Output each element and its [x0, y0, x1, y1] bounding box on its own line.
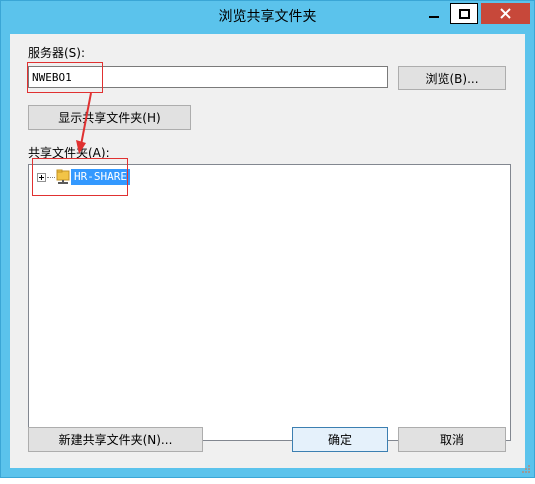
ok-button[interactable]: 确定: [292, 427, 388, 452]
resize-grip-icon[interactable]: [521, 464, 531, 474]
close-button[interactable]: [481, 3, 530, 24]
new-shared-folder-button[interactable]: 新建共享文件夹(N)...: [28, 427, 203, 452]
maximize-icon: [458, 8, 470, 19]
annotation-box-share: [32, 158, 128, 196]
close-icon: [500, 8, 511, 19]
minimize-icon: [429, 15, 439, 18]
annotation-arrow-icon: [76, 92, 92, 154]
shared-folders-tree[interactable]: HR-SHARE: [28, 164, 511, 441]
annotation-box-server: [27, 62, 103, 93]
server-label: 服务器(S):: [28, 46, 86, 60]
cancel-button[interactable]: 取消: [398, 427, 506, 452]
show-shared-folders-button[interactable]: 显示共享文件夹(H): [28, 105, 191, 130]
browse-button[interactable]: 浏览(B)...: [398, 66, 506, 90]
minimize-button[interactable]: [421, 3, 447, 24]
title-bar[interactable]: 浏览共享文件夹: [1, 1, 534, 34]
maximize-button[interactable]: [450, 3, 478, 24]
